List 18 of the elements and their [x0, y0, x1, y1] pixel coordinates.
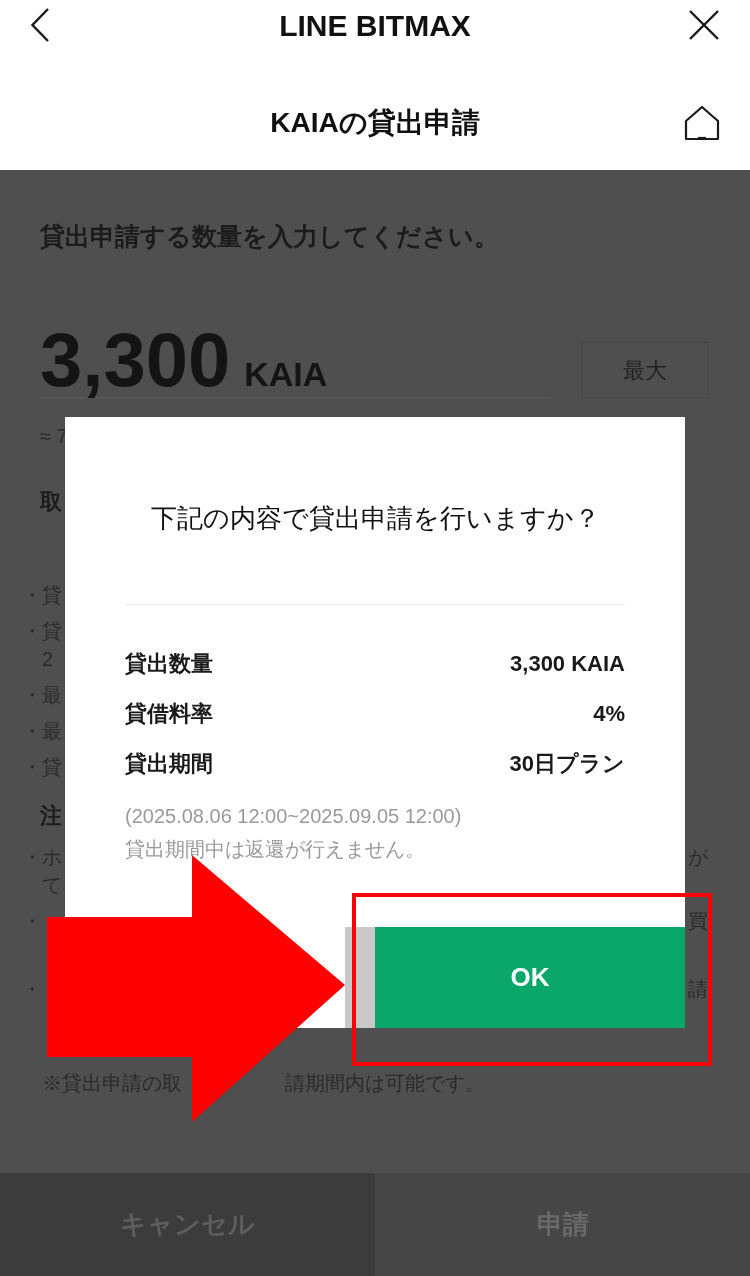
detail-value: 3,300 KAIA — [510, 649, 625, 678]
ok-button[interactable]: OK — [375, 927, 685, 1028]
detail-value: 4% — [593, 699, 625, 728]
page-title: KAIAの貸出申請 — [270, 105, 480, 140]
app-title: LINE BITMAX — [279, 7, 471, 44]
detail-label: 貸出数量 — [125, 649, 213, 678]
close-icon[interactable] — [689, 10, 719, 40]
list-item-text: ・ — [22, 977, 42, 1002]
detail-label: 貸出期間 — [125, 749, 213, 778]
dialog-title: 下記の内容で貸出申請を行いますか？ — [150, 503, 600, 533]
home-icon[interactable] — [684, 104, 720, 141]
detail-value: 30日プラン — [509, 749, 625, 778]
notice-text: 貸出期間中は返還が行えません。 — [125, 837, 425, 862]
amount-field[interactable]: 3,300 KAIA — [40, 322, 548, 398]
chevron-left-icon[interactable] — [31, 8, 49, 42]
list-item-text: ・ — [22, 909, 42, 934]
detail-label: 貸借料率 — [125, 699, 213, 728]
notice-text: (2025.08.06 12:00~2025.09.05 12:00) — [125, 804, 462, 829]
